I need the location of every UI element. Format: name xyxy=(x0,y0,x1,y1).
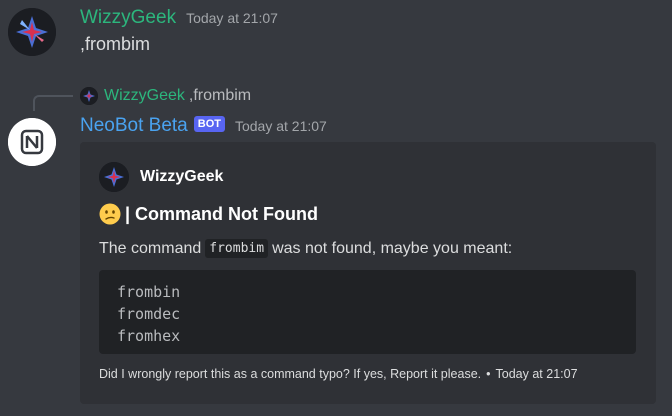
footer-separator: • xyxy=(486,367,491,381)
message2-header: NeoBot Beta BOT Today at 21:07 xyxy=(80,114,327,138)
wizzygeek-avatar[interactable] xyxy=(8,8,56,56)
reply-spine xyxy=(33,95,73,111)
confused-face-icon xyxy=(99,203,121,225)
reply-username[interactable]: WizzyGeek xyxy=(104,87,185,105)
neobot-logo-icon xyxy=(8,118,56,166)
reply-avatar xyxy=(80,87,98,105)
wizzygeek-avatar-icon xyxy=(8,8,56,56)
embed-author: WizzyGeek xyxy=(99,162,223,192)
message1-text: ,frombim xyxy=(80,34,151,54)
suggestion-line: fromdec xyxy=(117,305,181,323)
neobot-avatar[interactable] xyxy=(8,118,56,166)
embed-author-name[interactable]: WizzyGeek xyxy=(140,168,223,186)
message2-timestamp: Today at 21:07 xyxy=(234,118,327,134)
embed-title: | Command Not Found xyxy=(99,203,318,225)
message1-timestamp: Today at 21:07 xyxy=(186,10,278,26)
suggestion-line: fromhex xyxy=(117,327,181,345)
embed-author-avatar xyxy=(99,162,129,192)
suggestions-code-block: frombin fromdec fromhex xyxy=(99,270,636,354)
wizzygeek-avatar-icon xyxy=(99,162,129,192)
reply-text[interactable]: ,frombim xyxy=(189,87,251,105)
reply-reference[interactable]: WizzyGeek ,frombim xyxy=(80,86,251,106)
message1-header: WizzyGeek Today at 21:07 xyxy=(80,6,278,30)
chat-view: WizzyGeek Today at 21:07 ,frombim WizzyG… xyxy=(0,0,672,416)
wizzygeek-avatar-icon xyxy=(80,87,98,105)
bot-tag: BOT xyxy=(193,116,225,132)
embed: WizzyGeek | Command Not Found The comman… xyxy=(80,142,656,404)
message1-username[interactable]: WizzyGeek xyxy=(80,7,176,29)
footer-text: Did I wrongly report this as a command t… xyxy=(99,367,482,381)
message2-username[interactable]: NeoBot Beta xyxy=(80,115,188,137)
description-suffix: was not found, maybe you meant: xyxy=(272,239,513,257)
description-prefix: The command xyxy=(99,239,202,257)
embed-footer: Did I wrongly report this as a command t… xyxy=(99,367,578,381)
description-code: frombim xyxy=(205,239,269,258)
suggestion-line: frombin xyxy=(117,283,181,301)
embed-description: The command frombim was not found, maybe… xyxy=(99,239,512,258)
footer-timestamp: Today at 21:07 xyxy=(495,367,578,381)
embed-title-text: | Command Not Found xyxy=(125,203,319,224)
